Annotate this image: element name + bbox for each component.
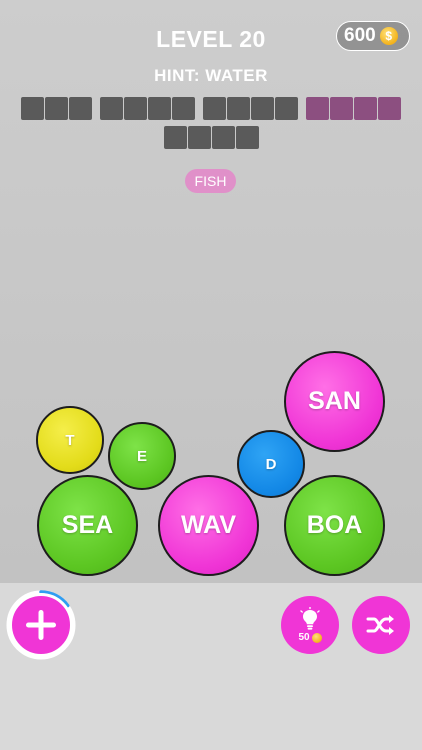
hint-button[interactable]: 50 <box>281 596 339 654</box>
letter-slot-solved <box>330 97 353 120</box>
word-slot-group <box>163 126 259 149</box>
word-slot-group <box>21 97 92 120</box>
letter-ball-d[interactable]: D <box>237 430 305 498</box>
letter-ball-boa[interactable]: BOA <box>284 475 385 576</box>
letter-slot <box>235 126 259 149</box>
letter-ball-t[interactable]: T <box>36 406 104 474</box>
letter-slot <box>163 126 187 149</box>
letter-slot <box>148 97 171 120</box>
coin-count: 600 <box>344 25 376 46</box>
letter-slot <box>124 97 147 120</box>
word-slot-group <box>306 97 401 120</box>
letter-ball-san[interactable]: SAN <box>284 351 385 452</box>
letter-slot <box>203 97 226 120</box>
plus-icon <box>26 610 56 640</box>
letter-slot <box>227 97 250 120</box>
letter-slot-solved <box>306 97 329 120</box>
letter-ball-wav[interactable]: WAV <box>158 475 259 576</box>
add-balls-button[interactable] <box>9 593 73 657</box>
hint-cost: 50 <box>298 632 322 643</box>
word-slot-group <box>100 97 195 120</box>
found-word-chip: FISH <box>185 169 236 193</box>
shuffle-icon <box>366 615 394 635</box>
letter-ball-e[interactable]: E <box>108 422 176 490</box>
word-slots-row-1 <box>0 97 422 120</box>
letter-slot <box>21 97 44 120</box>
letter-slot <box>69 97 92 120</box>
coin-icon <box>311 632 322 643</box>
letter-slot-solved <box>354 97 377 120</box>
letter-slot <box>172 97 195 120</box>
letter-slot-solved <box>378 97 401 120</box>
shuffle-button[interactable] <box>352 596 410 654</box>
lightbulb-icon <box>300 607 320 630</box>
coin-icon: $ <box>379 27 398 45</box>
word-slots-row-2 <box>0 126 422 149</box>
letter-slot <box>275 97 298 120</box>
letter-ball-sea[interactable]: SEA <box>37 475 138 576</box>
letter-slot <box>251 97 274 120</box>
letter-slot <box>187 126 211 149</box>
letter-slot <box>211 126 235 149</box>
hint-cost-value: 50 <box>298 632 310 643</box>
letter-slot <box>100 97 123 120</box>
hint-text: HINT: WATER <box>154 66 268 85</box>
coin-counter[interactable]: 600 $ <box>336 21 410 51</box>
letter-slot <box>45 97 68 120</box>
word-slot-group <box>203 97 298 120</box>
